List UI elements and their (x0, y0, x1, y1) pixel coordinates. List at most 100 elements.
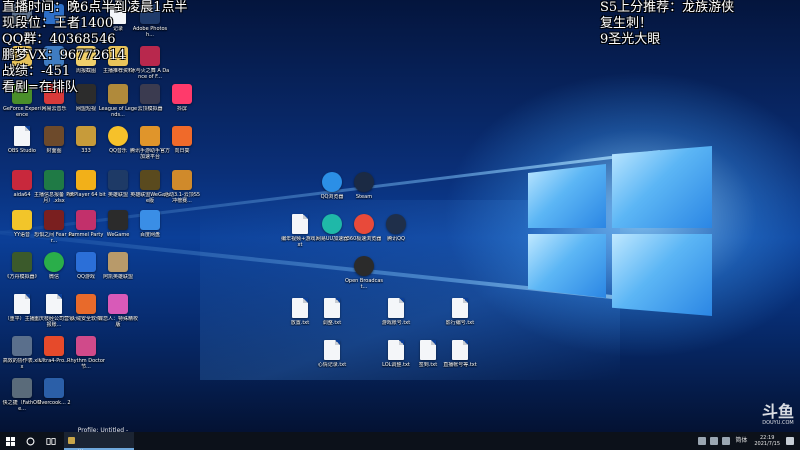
taskbar: Profile: Untitled - ... 简体 22:19 2021/7/… (0, 427, 800, 452)
file-icon (14, 294, 30, 314)
file-icon (324, 298, 340, 318)
wegame-icon (108, 210, 128, 230)
app-icon (68, 436, 75, 444)
recommend-overlay: S5上分推荐：龙族游侠 复生刺！ 9圣光大眼 (600, 0, 734, 48)
potplayer-icon (76, 170, 96, 190)
stream-info-overlay: 直播时间：晚6点半到凌晨1点半 现段位：王者1400 QQ群：40368546 … (2, 0, 188, 96)
clock-date: 2021/7/15 (754, 441, 780, 447)
task-view-button[interactable] (40, 432, 62, 450)
windows-icon (5, 436, 15, 446)
desktop-icon[interactable]: 调整.txt (312, 298, 352, 326)
game-icon (140, 126, 160, 146)
logo-pane (612, 234, 712, 316)
game-icon (44, 336, 64, 356)
desktop-icon[interactable]: 心情记录.txt (312, 340, 352, 368)
desktop-icon[interactable]: Open Broadcast... (344, 256, 384, 290)
logo-pane (528, 164, 606, 228)
file-icon (420, 340, 436, 360)
desktop: 记录 Adobe Photosh... 周报截图 主播推荐资料 冰与火之舞 A Danc… (0, 0, 800, 432)
sunflower-icon (172, 126, 192, 146)
file-icon (388, 340, 404, 360)
desktop-icon-label: 百度网盘 (139, 232, 160, 238)
logo-pane (528, 234, 606, 298)
image-icon (172, 170, 192, 190)
obs-icon (354, 256, 374, 276)
desktop-icon[interactable]: 腾讯QQ (376, 214, 416, 242)
league-icon (108, 170, 128, 190)
app-icon (12, 378, 32, 398)
desktop-icon[interactable]: 百度网盘 (130, 210, 170, 238)
cortana-button[interactable] (20, 432, 40, 450)
desktop-icon-label: 蝶恋人：特殊精校版 (98, 316, 138, 328)
douyu-watermark: 斗鱼 DOUYU.COM (761, 402, 794, 427)
volume-icon[interactable] (722, 437, 731, 445)
desktop-icon[interactable]: 蝶恋人：特殊精校版 (98, 294, 138, 328)
file-icon (292, 214, 308, 234)
desktop-icon-label: 调整.txt (322, 320, 342, 326)
desktop-icon-label: 阿凯英雄联盟 (102, 274, 133, 280)
desktop-icon[interactable]: 直播帐号等.txt (440, 340, 480, 368)
game-icon (108, 294, 128, 314)
network-icon[interactable] (710, 437, 719, 445)
overlay-line: 战绩：-451 (2, 64, 71, 79)
desktop-icon[interactable]: 向日葵 (162, 126, 202, 154)
game-icon (76, 336, 96, 356)
overlay-line: 直播时间：晚6点半到凌晨1点半 (2, 0, 188, 15)
taskbar-app-label: Profile: Untitled - ... (77, 427, 129, 452)
game-icon (12, 252, 32, 272)
excel-icon (44, 170, 64, 190)
file-icon (388, 298, 404, 318)
system-tray: 简体 22:19 2021/7/15 (626, 432, 800, 450)
file-icon (452, 298, 468, 318)
game-icon (44, 210, 64, 230)
league-icon (140, 170, 160, 190)
desktop-icon[interactable]: Overcook... 2 (34, 378, 74, 406)
file-icon (46, 294, 62, 314)
desktop-icon-label: 直播帐号等.txt (443, 362, 477, 368)
file-icon (292, 298, 308, 318)
desktop-icon[interactable]: 阿凯英雄联盟 (98, 252, 138, 280)
overlay-line: 现段位：王者1400 (2, 16, 114, 31)
desktop-icon-label: 游戏账号.txt (381, 320, 411, 326)
uu-accelerator-icon (322, 214, 342, 234)
game-icon (76, 210, 96, 230)
desktop-icon[interactable]: 影行编号.txt (440, 298, 480, 326)
overlay-line: QQ群：40368546 (2, 32, 116, 47)
input-language[interactable]: 简体 (735, 432, 747, 450)
desktop-icon[interactable]: Steam (344, 172, 384, 200)
tray-app-icon[interactable] (698, 437, 707, 445)
desktop-icon[interactable]: Rhythm Doctor 节... (66, 336, 106, 370)
qq-game-icon (76, 252, 96, 272)
desktop-icon-label: Overcook... 2 (37, 400, 71, 406)
huorong-icon (76, 294, 96, 314)
qq-icon (386, 214, 406, 234)
qq-browser-icon (322, 172, 342, 192)
task-view-icon (46, 437, 56, 445)
file-icon (14, 126, 30, 146)
qq-music-icon (108, 126, 128, 146)
baidu-netdisk-icon (140, 210, 160, 230)
excel-icon (12, 336, 32, 356)
douyu-logo: 斗鱼 (761, 402, 794, 421)
desktop-icon[interactable]: 活动3.1-云顶S5冲榜赛... (162, 170, 202, 204)
notification-icon[interactable] (786, 437, 794, 445)
desktop-icon-label: 心情记录.txt (317, 362, 347, 368)
game-icon (44, 378, 64, 398)
desktop-icon[interactable]: 游戏账号.txt (376, 298, 416, 326)
overlay-line: S5上分推荐：龙族游侠 (600, 0, 735, 15)
desktop-icon-label: 腾讯QQ (387, 236, 405, 242)
desktop-icon-label: Rhythm Doctor 节... (67, 358, 105, 370)
desktop-icon-label: 向日葵 (174, 148, 190, 154)
overlay-line: 9圣光大眼 (600, 32, 661, 47)
search-circle-icon (26, 437, 34, 445)
image-icon (44, 126, 64, 146)
taskbar-app-profile[interactable]: Profile: Untitled - ... (64, 427, 134, 452)
browser-360-icon (354, 214, 374, 234)
file-icon (452, 340, 468, 360)
clock[interactable]: 22:19 2021/7/15 (754, 435, 780, 447)
steam-icon (354, 172, 374, 192)
douyu-url: DOUYU.COM (762, 420, 794, 426)
start-button[interactable] (0, 432, 20, 450)
overlay-line: 复生刺！ (600, 16, 653, 31)
desktop-icon-label: Open Broadcast... (344, 278, 384, 290)
